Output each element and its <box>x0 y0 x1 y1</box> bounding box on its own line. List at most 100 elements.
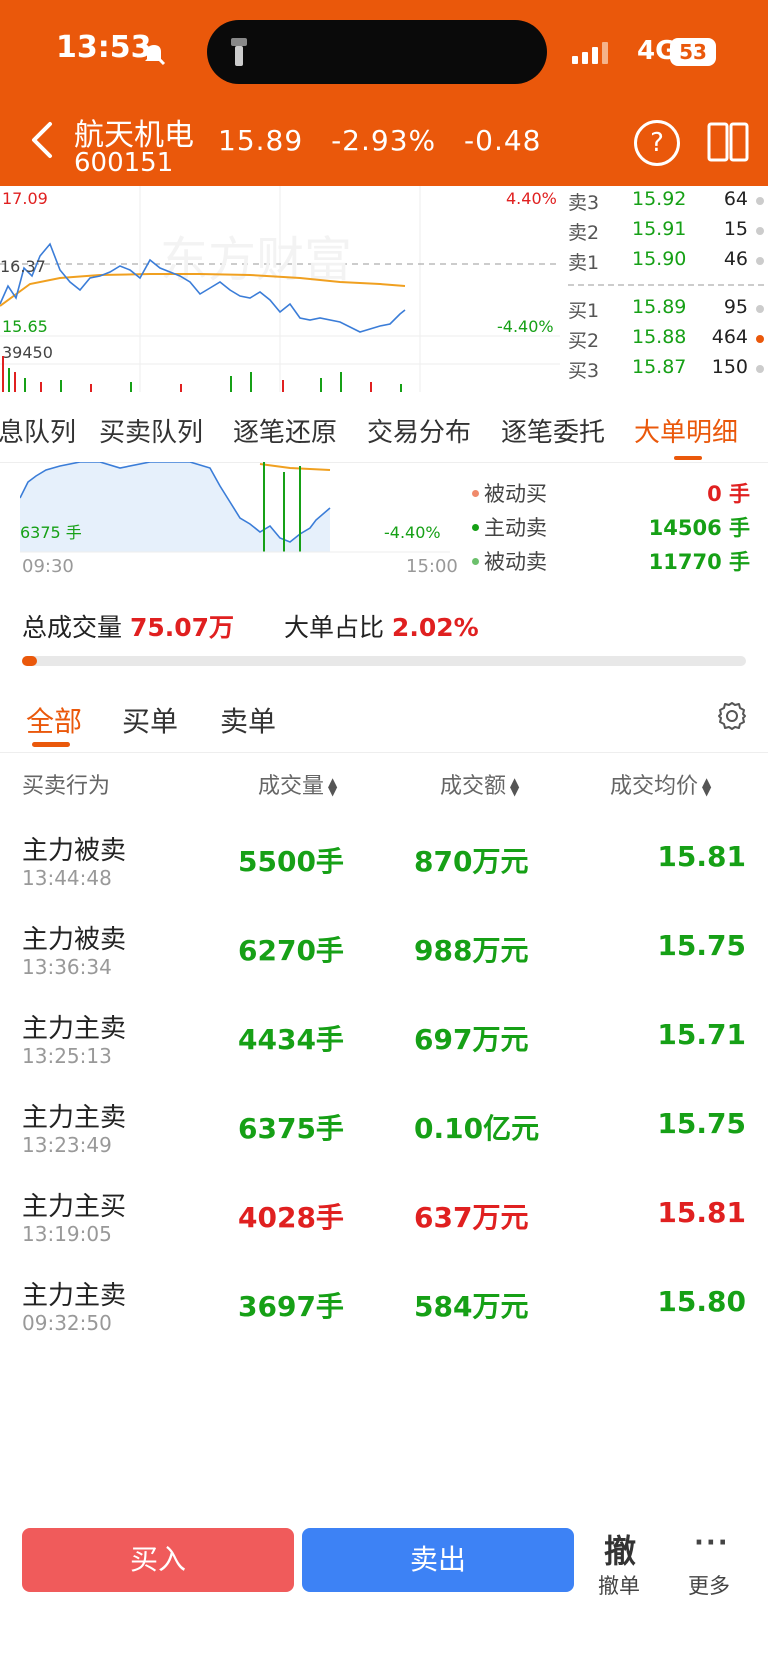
table-row[interactable]: 主力被卖 13:44:48 5500手 870万元 15.81 <box>0 820 768 908</box>
row-volume: 6270手 <box>238 934 344 967</box>
row-avg-price: 15.75 <box>657 929 746 962</box>
table-row[interactable]: 主力主买 13:19:05 4028手 637万元 15.81 <box>0 1176 768 1264</box>
row-action: 主力主买 <box>22 1192 127 1222</box>
table-row[interactable]: 主力主卖 09:32:50 3697手 584万元 15.80 <box>0 1265 768 1353</box>
filter-tab-indicator <box>32 742 70 747</box>
mini-volume-bars <box>2 356 402 392</box>
filter-tab-all[interactable]: 全部 <box>26 700 82 740</box>
bell-muted-icon <box>142 42 166 66</box>
total-volume-value: 75.07万 <box>129 613 235 642</box>
dynamic-island <box>207 20 547 84</box>
bid-dot-icon <box>756 365 764 373</box>
column-avg-price-sort[interactable]: 成交均价 ▲ ▼ <box>610 768 711 800</box>
column-action: 买卖行为 <box>22 774 111 799</box>
row-time: 13:25:13 <box>22 1044 112 1068</box>
order-book[interactable]: 卖3 15.92 64 卖2 15.91 15 卖1 15.90 46 买1 1… <box>562 186 768 392</box>
column-volume-sort[interactable]: 成交量 ▲ ▼ <box>258 768 337 800</box>
total-volume-label: 总成交量 <box>22 613 123 642</box>
time-axis-start: 09:30 <box>22 556 74 577</box>
stock-code: 600151 <box>74 148 174 178</box>
mini-chart-low: 15.65 <box>2 317 48 336</box>
row-time: 13:19:05 <box>22 1222 112 1246</box>
help-button[interactable]: ? <box>634 120 680 166</box>
filter-tab-buy[interactable]: 买单 <box>122 700 178 740</box>
time-axis-end: 15:00 <box>406 556 458 577</box>
row-amount: 870万元 <box>414 845 529 878</box>
stock-price: 15.89 <box>218 124 304 157</box>
tab-queue[interactable]: 息队列 <box>0 412 76 449</box>
bid-row-2: 买2 15.88 464 <box>562 326 768 356</box>
tab-large-orders[interactable]: 大单明细 <box>634 412 738 449</box>
tab-tick-restore[interactable]: 逐笔还原 <box>233 412 337 449</box>
large-order-chart[interactable]: 6375 手 -4.40% <box>19 461 450 572</box>
back-arrow-icon[interactable] <box>24 118 64 162</box>
more-dots-icon[interactable]: ··· <box>694 1528 730 1558</box>
gear-icon[interactable] <box>716 700 748 732</box>
mini-intraday-chart[interactable]: 东方财富 17.09 4.40% 16.37 15.65 -4.40% 3945… <box>0 186 560 392</box>
ask-dot-icon <box>756 257 764 265</box>
mini-chart-pre-close: 16.37 <box>0 257 46 276</box>
sort-icon: ▲ ▼ <box>702 775 712 798</box>
tab-bid-ask-queue[interactable]: 买卖队列 <box>99 412 203 449</box>
big-chart-low-pct: -4.40% <box>384 523 441 542</box>
column-amount-label: 成交额 <box>440 774 507 799</box>
legend-dot-icon <box>472 524 479 531</box>
row-time: 09:32:50 <box>22 1311 112 1335</box>
filter-tab-sell[interactable]: 卖单 <box>220 700 276 740</box>
row-amount: 0.10亿元 <box>414 1112 540 1145</box>
row-action: 主力主卖 <box>22 1014 127 1044</box>
divider <box>0 752 768 753</box>
large-order-ratio-bar <box>22 656 746 666</box>
ask-dot-icon <box>756 227 764 235</box>
table-row[interactable]: 主力主卖 13:23:49 6375手 0.10亿元 15.75 <box>0 1087 768 1175</box>
large-order-chart-canvas: 6375 手 -4.40% <box>19 461 450 553</box>
row-volume: 3697手 <box>238 1290 344 1323</box>
row-volume: 4028手 <box>238 1201 344 1234</box>
sort-icon: ▲ ▼ <box>328 775 338 798</box>
signal-icon <box>572 42 608 64</box>
stock-change: -0.48 <box>464 124 542 157</box>
tab-active-indicator <box>674 456 702 460</box>
more-button[interactable]: 更多 <box>688 1570 730 1600</box>
status-time: 13:53 <box>56 30 152 65</box>
row-avg-price: 15.81 <box>657 840 746 873</box>
column-avg-price-label: 成交均价 <box>610 774 699 799</box>
detail-tab-bar: 息队列 买卖队列 逐笔还原 交易分布 逐笔委托 大单明细 <box>0 392 768 463</box>
row-amount: 988万元 <box>414 934 529 967</box>
order-book-divider <box>568 284 764 286</box>
sort-icon: ▲ ▼ <box>510 775 520 798</box>
tab-trade-distribution[interactable]: 交易分布 <box>367 412 471 449</box>
large-order-ratio-label: 大单占比 <box>283 613 384 642</box>
large-order-ratio-value: 2.02% <box>391 613 479 642</box>
table-header: 买卖行为 成交量 ▲ ▼ 成交额 ▲ ▼ 成交均价 ▲ ▼ <box>0 768 768 808</box>
large-order-ratio-fill <box>22 656 37 666</box>
row-avg-price: 15.80 <box>657 1285 746 1318</box>
flashlight-icon <box>231 38 247 66</box>
table-row[interactable]: 主力主卖 13:25:13 4434手 697万元 15.71 <box>0 998 768 1086</box>
row-action: 主力主卖 <box>22 1103 127 1133</box>
column-amount-sort[interactable]: 成交额 ▲ ▼ <box>440 768 519 800</box>
switch-view-icon[interactable] <box>706 120 750 164</box>
buy-button[interactable]: 买入 <box>22 1528 294 1592</box>
row-avg-price: 15.75 <box>657 1107 746 1140</box>
bid-dot-icon <box>756 335 764 343</box>
mini-chart-low-pct: -4.40% <box>497 317 554 336</box>
column-volume-label: 成交量 <box>258 774 325 799</box>
mini-chart-high: 17.09 <box>2 189 48 208</box>
ask-dot-icon <box>756 197 764 205</box>
cancel-order-button[interactable]: 撤单 <box>598 1570 640 1600</box>
row-action: 主力主卖 <box>22 1281 127 1311</box>
stock-change-pct: -2.93% <box>331 124 437 157</box>
row-volume: 4434手 <box>238 1023 344 1056</box>
bid-dot-icon <box>756 305 764 313</box>
table-row[interactable]: 主力被卖 13:36:34 6270手 988万元 15.75 <box>0 909 768 997</box>
sell-button[interactable]: 卖出 <box>302 1528 574 1592</box>
tab-tick-orders[interactable]: 逐笔委托 <box>501 412 605 449</box>
cancel-order-icon[interactable]: 撤 <box>604 1526 636 1572</box>
row-action: 主力被卖 <box>22 836 127 866</box>
row-amount: 697万元 <box>414 1023 529 1056</box>
row-avg-price: 15.81 <box>657 1196 746 1229</box>
bid-row-3: 买3 15.87 150 <box>562 356 768 386</box>
legend-dot-icon <box>472 558 479 565</box>
mini-chart-high-pct: 4.40% <box>506 189 557 208</box>
